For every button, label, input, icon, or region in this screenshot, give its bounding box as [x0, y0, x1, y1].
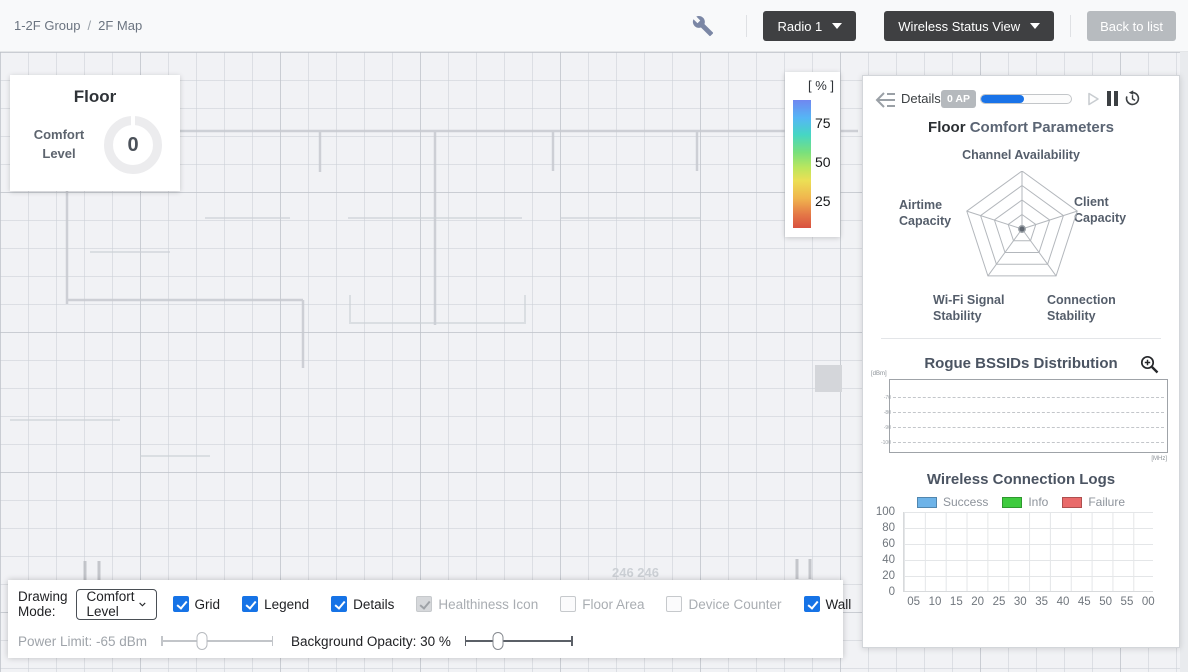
logs-y-tick: 40 [882, 554, 895, 566]
checkbox-box [331, 596, 348, 612]
floor-card-title: Floor [73, 87, 117, 106]
section-divider [881, 338, 1161, 339]
rogue-y-unit: [dBm] [871, 371, 887, 377]
rogue-section-title: Rogue BSSIDs Distribution [924, 355, 1118, 372]
comfort-radar-chart [966, 171, 1078, 277]
slider-thumb[interactable] [196, 632, 208, 650]
logs-y-tick: 80 [882, 522, 895, 534]
logs-y-tick: 100 [875, 506, 895, 518]
slider-thumb[interactable] [492, 632, 504, 650]
checkbox-box [560, 596, 577, 612]
checkbox-details[interactable]: Details [331, 596, 394, 612]
legend-gradient-bar [793, 100, 811, 228]
rogue-x-unit: [MHz] [1151, 456, 1167, 462]
toolbar-divider [1070, 15, 1072, 37]
play-icon[interactable] [1086, 92, 1100, 106]
pause-icon[interactable] [1106, 91, 1119, 106]
logs-y-tick: 0 [888, 586, 895, 598]
radar-axis-connection-stability: Connection Stability [1047, 293, 1116, 324]
comfort-level-label: Comfort Level [33, 127, 85, 161]
power-limit-label: Power Limit: -65 dBm [18, 633, 148, 649]
heatmap-legend: [ % ] 75 50 25 [785, 72, 840, 237]
floor-summary-card: Floor Comfort Level 0 [10, 75, 180, 191]
wrench-icon[interactable] [692, 15, 714, 37]
slider-track [161, 636, 274, 646]
timeline-slider-fill [981, 95, 1025, 103]
app-window: 246 246 1-2F Group / 2F Map Radio 1 Wirele… [0, 0, 1188, 672]
comfort-level-value: 0 [127, 133, 139, 156]
breadcrumb-current: 2F Map [98, 18, 143, 33]
rogue-y-tick: -80 [883, 410, 891, 416]
drawing-mode-select[interactable]: Comfort Level [75, 588, 157, 620]
radio-select[interactable]: Radio 1 [763, 11, 857, 41]
logs-section-title: Wireless Connection Logs [926, 471, 1116, 488]
legend-tick: 50 [815, 154, 831, 170]
svg-text:246 246: 246 246 [612, 565, 659, 580]
toolbar-divider [746, 15, 748, 37]
radar-axis-wifi-signal-stability: Wi-Fi Signal Stability [933, 293, 1005, 324]
radar-section-title: Floor Comfort Parameters [928, 119, 1114, 136]
checkbox-box [242, 596, 259, 612]
rogue-y-tick: -100 [880, 440, 891, 446]
radar-data-point [1018, 225, 1026, 233]
logs-plot-area [903, 512, 1153, 592]
refresh-icon[interactable] [1124, 90, 1141, 107]
slider-track [464, 636, 573, 646]
drawing-mode-label: Drawing Mode: [18, 589, 68, 619]
checkbox-box [172, 596, 189, 612]
chevron-down-icon [1030, 23, 1041, 29]
breadcrumb-group-link[interactable]: 1-2F Group [14, 18, 80, 33]
chevron-down-icon [138, 602, 146, 607]
top-bar: 1-2F Group / 2F Map Radio 1 Wireless Statu… [0, 0, 1188, 52]
comfort-level-gauge: 0 [104, 115, 162, 174]
map-controls-panel: Drawing Mode: Comfort Level Grid Legend … [8, 580, 851, 658]
breadcrumb-separator: / [87, 18, 92, 33]
radar-axis-channel-availability: Channel Availability [962, 148, 1080, 162]
logs-y-tick: 60 [882, 538, 895, 550]
background-opacity-label: Background Opacity: 30 % [291, 633, 451, 649]
logs-chart: 100 80 60 40 20 0 05 10 15 20 25 30 35 40 45… [869, 506, 1175, 616]
legend-tick: 75 [815, 115, 831, 131]
power-limit-slider[interactable] [161, 631, 274, 651]
background-opacity-slider[interactable] [464, 631, 573, 651]
rogue-y-tick: -70 [883, 395, 891, 401]
checkbox-grid[interactable]: Grid [172, 596, 220, 612]
rogue-y-tick: -90 [883, 425, 891, 431]
checkbox-device-counter[interactable]: Device Counter [666, 596, 782, 612]
collapse-panel-icon[interactable] [875, 91, 897, 109]
details-panel: Details 0 AP Floor Comfort Parameters Ch… [862, 75, 1180, 648]
checkbox-box [416, 596, 433, 612]
logs-y-tick: 20 [882, 570, 895, 582]
ap-count-badge: 0 AP [941, 90, 976, 108]
chevron-down-icon [832, 23, 843, 29]
checkbox-box [666, 596, 683, 612]
timeline-slider[interactable] [980, 94, 1072, 104]
details-label: Details [901, 91, 941, 106]
view-mode-select[interactable]: Wireless Status View [884, 11, 1055, 41]
checkbox-legend[interactable]: Legend [242, 596, 309, 612]
rogue-bssid-chart: -70 -80 -90 -100 [881, 379, 1168, 453]
checkbox-box [803, 596, 820, 612]
logs-x-axis: 05 10 15 20 25 30 35 40 45 50 55 00 [907, 596, 1155, 608]
legend-tick: 25 [815, 193, 831, 209]
legend-unit-label: [ % ] [807, 78, 834, 93]
checkbox-healthiness-icon[interactable]: Healthiness Icon [416, 596, 538, 612]
back-to-list-button[interactable]: Back to list [1087, 11, 1176, 41]
zoom-in-icon[interactable] [1140, 355, 1159, 374]
checkbox-wall[interactable]: Wall [803, 596, 851, 612]
checkbox-floor-area[interactable]: Floor Area [560, 596, 644, 612]
breadcrumb: 1-2F Group / 2F Map [14, 18, 142, 33]
